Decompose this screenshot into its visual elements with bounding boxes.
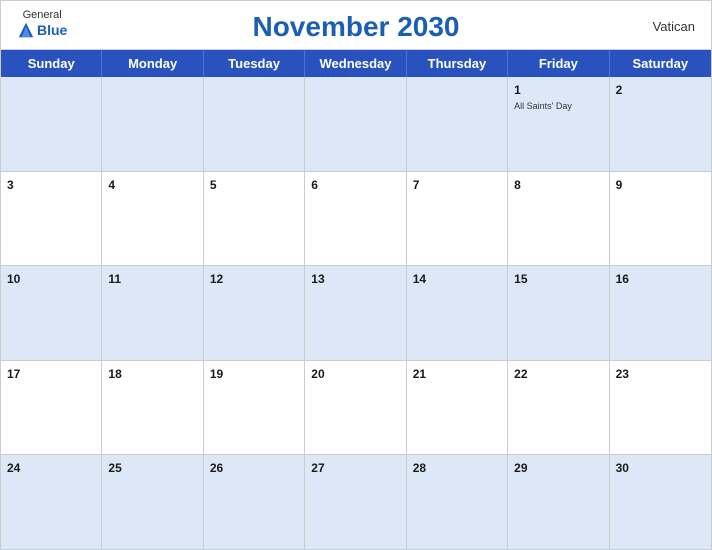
day-cell: [102, 77, 203, 171]
week-row-3: 10 11 12 13 14 15 16: [1, 266, 711, 361]
calendar-grid: SundayMondayTuesdayWednesdayThursdayFrid…: [1, 49, 711, 549]
day-cell: 2: [610, 77, 711, 171]
day-cell: 7: [407, 172, 508, 266]
day-number: 1: [514, 83, 521, 97]
day-number: 12: [210, 272, 223, 286]
day-cell: 1 All Saints' Day: [508, 77, 609, 171]
day-cell: 22: [508, 361, 609, 455]
day-cell: 28: [407, 455, 508, 549]
country-label: Vatican: [653, 19, 695, 34]
day-number: 4: [108, 178, 115, 192]
day-number: 16: [616, 272, 629, 286]
day-number: 3: [7, 178, 14, 192]
day-number: 26: [210, 461, 223, 475]
day-cell: 8: [508, 172, 609, 266]
day-number: 14: [413, 272, 426, 286]
day-cell: 14: [407, 266, 508, 360]
day-cell: 12: [204, 266, 305, 360]
day-header-thursday: Thursday: [407, 50, 508, 77]
holiday-text: All Saints' Day: [514, 101, 602, 112]
day-cell: [204, 77, 305, 171]
day-cell: 10: [1, 266, 102, 360]
calendar-container: General Blue November 2030 Vatican Sunda…: [0, 0, 712, 550]
day-cell: 16: [610, 266, 711, 360]
day-number: 25: [108, 461, 121, 475]
day-number: 17: [7, 367, 20, 381]
day-cell: 11: [102, 266, 203, 360]
day-cell: 26: [204, 455, 305, 549]
day-number: 22: [514, 367, 527, 381]
day-cell: 19: [204, 361, 305, 455]
week-row-4: 17 18 19 20 21 22 23: [1, 361, 711, 456]
logo-general-text: General: [23, 9, 62, 21]
day-number: 2: [616, 83, 623, 97]
day-cell: 13: [305, 266, 406, 360]
day-number: 27: [311, 461, 324, 475]
day-number: 24: [7, 461, 20, 475]
day-number: 21: [413, 367, 426, 381]
day-number: 20: [311, 367, 324, 381]
week-row-1: 1 All Saints' Day 2: [1, 77, 711, 172]
day-cell: 27: [305, 455, 406, 549]
day-number: 6: [311, 178, 318, 192]
day-number: 10: [7, 272, 20, 286]
calendar-title: November 2030: [252, 11, 459, 43]
day-cell: [305, 77, 406, 171]
day-cell: [1, 77, 102, 171]
day-number: 13: [311, 272, 324, 286]
day-cell: 6: [305, 172, 406, 266]
day-number: 30: [616, 461, 629, 475]
day-cell: 25: [102, 455, 203, 549]
day-number: 28: [413, 461, 426, 475]
day-cell: 5: [204, 172, 305, 266]
week-row-5: 24 25 26 27 28 29 30: [1, 455, 711, 549]
day-number: 23: [616, 367, 629, 381]
day-header-monday: Monday: [102, 50, 203, 77]
weeks-container: 1All Saints' Day234567891011121314151617…: [1, 77, 711, 549]
day-headers-row: SundayMondayTuesdayWednesdayThursdayFrid…: [1, 50, 711, 77]
day-cell: 4: [102, 172, 203, 266]
day-cell: 23: [610, 361, 711, 455]
day-cell: 9: [610, 172, 711, 266]
day-number: 7: [413, 178, 420, 192]
day-cell: 18: [102, 361, 203, 455]
logo-blue-text: Blue: [17, 21, 67, 39]
day-number: 15: [514, 272, 527, 286]
day-cell: 3: [1, 172, 102, 266]
day-number: 11: [108, 272, 121, 286]
day-header-saturday: Saturday: [610, 50, 711, 77]
day-cell: 29: [508, 455, 609, 549]
day-cell: 17: [1, 361, 102, 455]
logo: General Blue: [17, 9, 67, 39]
day-number: 18: [108, 367, 121, 381]
day-number: 29: [514, 461, 527, 475]
day-cell: 20: [305, 361, 406, 455]
day-header-wednesday: Wednesday: [305, 50, 406, 77]
day-header-friday: Friday: [508, 50, 609, 77]
day-cell: 24: [1, 455, 102, 549]
week-row-2: 3 4 5 6 7 8 9: [1, 172, 711, 267]
day-number: 19: [210, 367, 223, 381]
day-cell: 21: [407, 361, 508, 455]
day-number: 9: [616, 178, 623, 192]
day-number: 5: [210, 178, 217, 192]
day-header-tuesday: Tuesday: [204, 50, 305, 77]
day-header-sunday: Sunday: [1, 50, 102, 77]
day-cell: 15: [508, 266, 609, 360]
calendar-header: General Blue November 2030 Vatican: [1, 1, 711, 49]
day-cell: 30: [610, 455, 711, 549]
logo-icon: [17, 21, 35, 39]
day-cell: [407, 77, 508, 171]
day-number: 8: [514, 178, 521, 192]
